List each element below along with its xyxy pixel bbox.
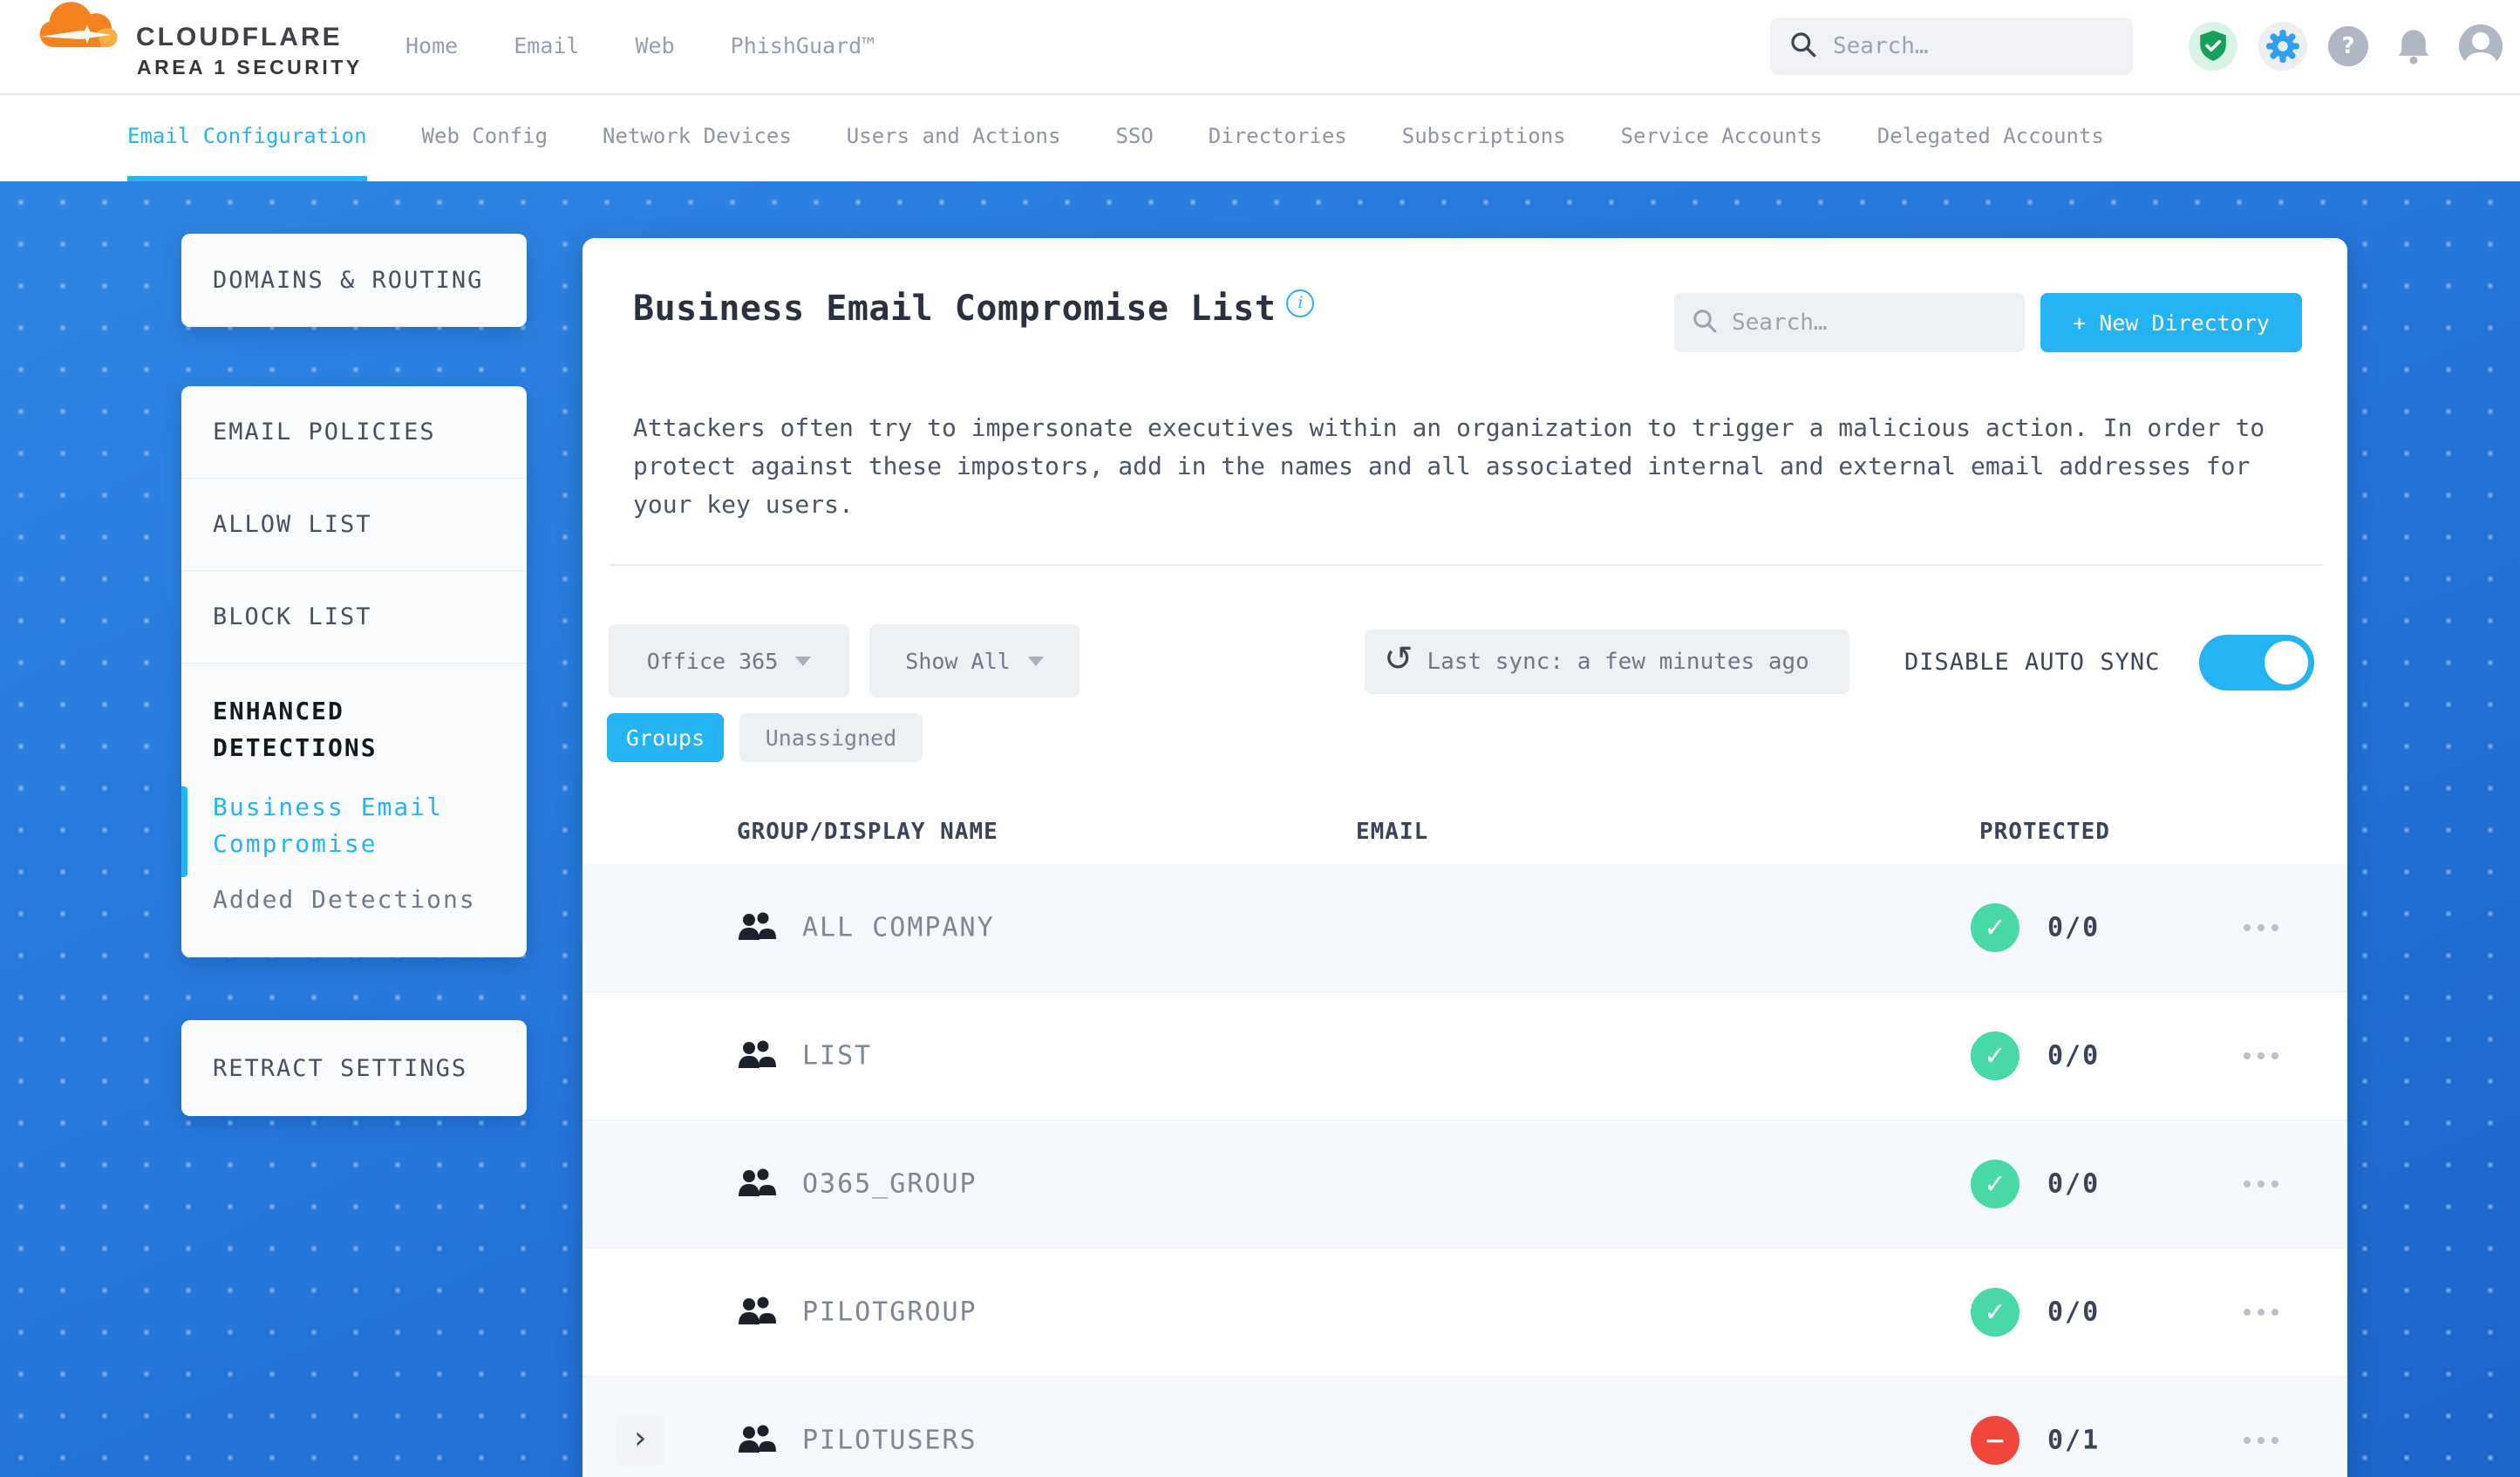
column-group-display-name: GROUP/DISPLAY NAME: [737, 819, 998, 845]
group-name: PILOTGROUP: [802, 1297, 977, 1328]
tab-subscriptions[interactable]: Subscriptions: [1402, 95, 1566, 181]
sidebar-item-business-email-compromise[interactable]: Business Email Compromise: [213, 789, 501, 862]
global-search[interactable]: [1770, 17, 2133, 75]
sidebar-section-enhanced-detections: ENHANCED DETECTIONS Business Email Compr…: [181, 664, 527, 914]
nav-email[interactable]: Email: [514, 33, 579, 58]
header-actions: ?: [1770, 0, 2503, 92]
user-avatar-icon[interactable]: [2459, 24, 2503, 68]
row-actions-menu[interactable]: [2244, 1309, 2278, 1316]
gear-icon[interactable]: [2258, 21, 2307, 71]
sidebar-item-enhanced-detections[interactable]: ENHANCED DETECTIONS: [213, 693, 501, 766]
top-header: CLOUDFLARE AREA 1 SECURITY Home Email We…: [0, 0, 2520, 95]
protected-status-badge: ✓: [1971, 903, 2019, 952]
tab-service-accounts[interactable]: Service Accounts: [1621, 95, 1822, 181]
brand-line1: CLOUDFLARE: [136, 23, 343, 51]
toggle-knob: [2265, 641, 2308, 684]
auto-sync-toggle[interactable]: [2199, 635, 2314, 691]
directory-search-input[interactable]: [1730, 309, 2007, 337]
section-divider: [609, 564, 2323, 566]
group-table: ALL COMPANY ✓ 0/0 LIST ✓ 0/0 O365_GROUP: [582, 864, 2347, 1477]
tab-users-and-actions[interactable]: Users and Actions: [847, 95, 1061, 181]
protected-status-badge: ✓: [1971, 1031, 2019, 1080]
tab-network-devices[interactable]: Network Devices: [603, 95, 792, 181]
column-email: EMAIL: [1356, 819, 1429, 845]
group-name: O365_GROUP: [802, 1168, 977, 1200]
help-icon[interactable]: ?: [2328, 25, 2368, 66]
tab-directories[interactable]: Directories: [1209, 95, 1347, 181]
protected-count: 0/0: [2047, 912, 2101, 943]
primary-nav: Home Email Web PhishGuard™: [405, 0, 875, 92]
refresh-icon: ↺: [1384, 639, 1413, 679]
protected-count: 0/0: [2047, 1040, 2101, 1072]
search-icon: [1789, 31, 1817, 62]
table-row[interactable]: ALL COMPANY ✓ 0/0: [582, 864, 2347, 992]
connector-dropdown[interactable]: Office 365: [609, 624, 849, 698]
tab-delegated-accounts[interactable]: Delegated Accounts: [1877, 95, 2104, 181]
sidebar-item-retract-settings[interactable]: RETRACT SETTINGS: [181, 1020, 527, 1116]
row-actions-menu[interactable]: [2244, 1052, 2278, 1059]
sidebar-item-added-detections[interactable]: Added Detections: [213, 885, 501, 914]
active-item-indicator: [181, 786, 187, 877]
table-row[interactable]: LIST ✓ 0/0: [582, 992, 2347, 1120]
view-tab-unassigned[interactable]: Unassigned: [739, 713, 923, 762]
table-row[interactable]: › PILOTUSERS − 0/1: [582, 1377, 2347, 1477]
view-tab-groups[interactable]: Groups: [607, 713, 724, 762]
group-people-icon: [738, 1296, 776, 1329]
row-actions-menu[interactable]: [2244, 1437, 2278, 1444]
unprotected-status-badge: −: [1971, 1416, 2019, 1465]
table-row[interactable]: PILOTGROUP ✓ 0/0: [582, 1249, 2347, 1377]
group-people-icon: [738, 1424, 776, 1457]
shield-check-icon[interactable]: [2189, 21, 2237, 71]
page-title: Business Email Compromise List i: [633, 289, 1315, 329]
content-card: Business Email Compromise Listi + New Di…: [582, 238, 2347, 1477]
chevron-down-icon: [1027, 656, 1044, 666]
page-description: Attackers often try to impersonate execu…: [633, 413, 2265, 519]
expand-row-button[interactable]: ›: [616, 1415, 664, 1466]
tab-web-config[interactable]: Web Config: [422, 95, 548, 181]
chevron-down-icon: [795, 656, 812, 666]
tab-email-configuration[interactable]: Email Configuration: [127, 95, 367, 181]
sidebar-card-retract-settings: RETRACT SETTINGS: [181, 1020, 527, 1116]
global-search-input[interactable]: [1831, 31, 2114, 60]
row-actions-menu[interactable]: [2244, 924, 2278, 931]
new-directory-button[interactable]: + New Directory: [2040, 293, 2302, 352]
brand-line2: AREA 1 SECURITY: [137, 56, 363, 78]
show-filter-dropdown[interactable]: Show All: [869, 624, 1080, 698]
table-header: GROUP/DISPLAY NAME EMAIL PROTECTED: [582, 807, 2347, 864]
nav-web[interactable]: Web: [635, 33, 674, 58]
tab-sso[interactable]: SSO: [1115, 95, 1153, 181]
sidebar-item-domains-routing[interactable]: DOMAINS & ROUTING: [181, 234, 527, 327]
section-tabs: Email Configuration Web Config Network D…: [0, 95, 2520, 181]
search-icon: [1692, 308, 1718, 337]
notifications-bell-icon[interactable]: [2389, 22, 2438, 71]
protected-status-badge: ✓: [1971, 1288, 2019, 1337]
app-window: CLOUDFLARE AREA 1 SECURITY Home Email We…: [0, 0, 2520, 1477]
sidebar-card-email-policies: EMAIL POLICIES ALLOW LIST BLOCK LIST ENH…: [181, 386, 527, 957]
group-name: ALL COMPANY: [802, 912, 995, 943]
nav-home[interactable]: Home: [405, 33, 458, 58]
auto-sync-label: DISABLE AUTO SYNC: [1904, 648, 2161, 676]
group-name: PILOTUSERS: [802, 1425, 977, 1456]
sidebar-item-block-list[interactable]: BLOCK LIST: [181, 571, 527, 664]
protected-count: 0/1: [2047, 1425, 2101, 1456]
last-sync-label: Last sync: a few minutes ago: [1427, 649, 1809, 675]
sidebar-item-email-policies[interactable]: EMAIL POLICIES: [181, 386, 527, 479]
sidebar-item-allow-list[interactable]: ALLOW LIST: [181, 479, 527, 571]
group-name: LIST: [802, 1040, 873, 1072]
column-protected: PROTECTED: [1979, 819, 2110, 845]
protected-status-badge: ✓: [1971, 1160, 2019, 1208]
group-people-icon: [738, 1167, 776, 1201]
protected-count: 0/0: [2047, 1168, 2101, 1200]
sidebar-card-domains-routing: DOMAINS & ROUTING: [181, 234, 527, 327]
nav-phishguard[interactable]: PhishGuard™: [731, 33, 875, 58]
protected-count: 0/0: [2047, 1297, 2101, 1328]
directory-search[interactable]: [1674, 293, 2025, 352]
row-actions-menu[interactable]: [2244, 1181, 2278, 1188]
info-icon[interactable]: i: [1286, 289, 1315, 317]
group-people-icon: [738, 1039, 776, 1072]
last-sync-button[interactable]: ↺ Last sync: a few minutes ago: [1365, 630, 1849, 694]
group-people-icon: [738, 911, 776, 944]
cloudflare-logo-icon: [33, 2, 131, 61]
table-row[interactable]: O365_GROUP ✓ 0/0: [582, 1120, 2347, 1249]
